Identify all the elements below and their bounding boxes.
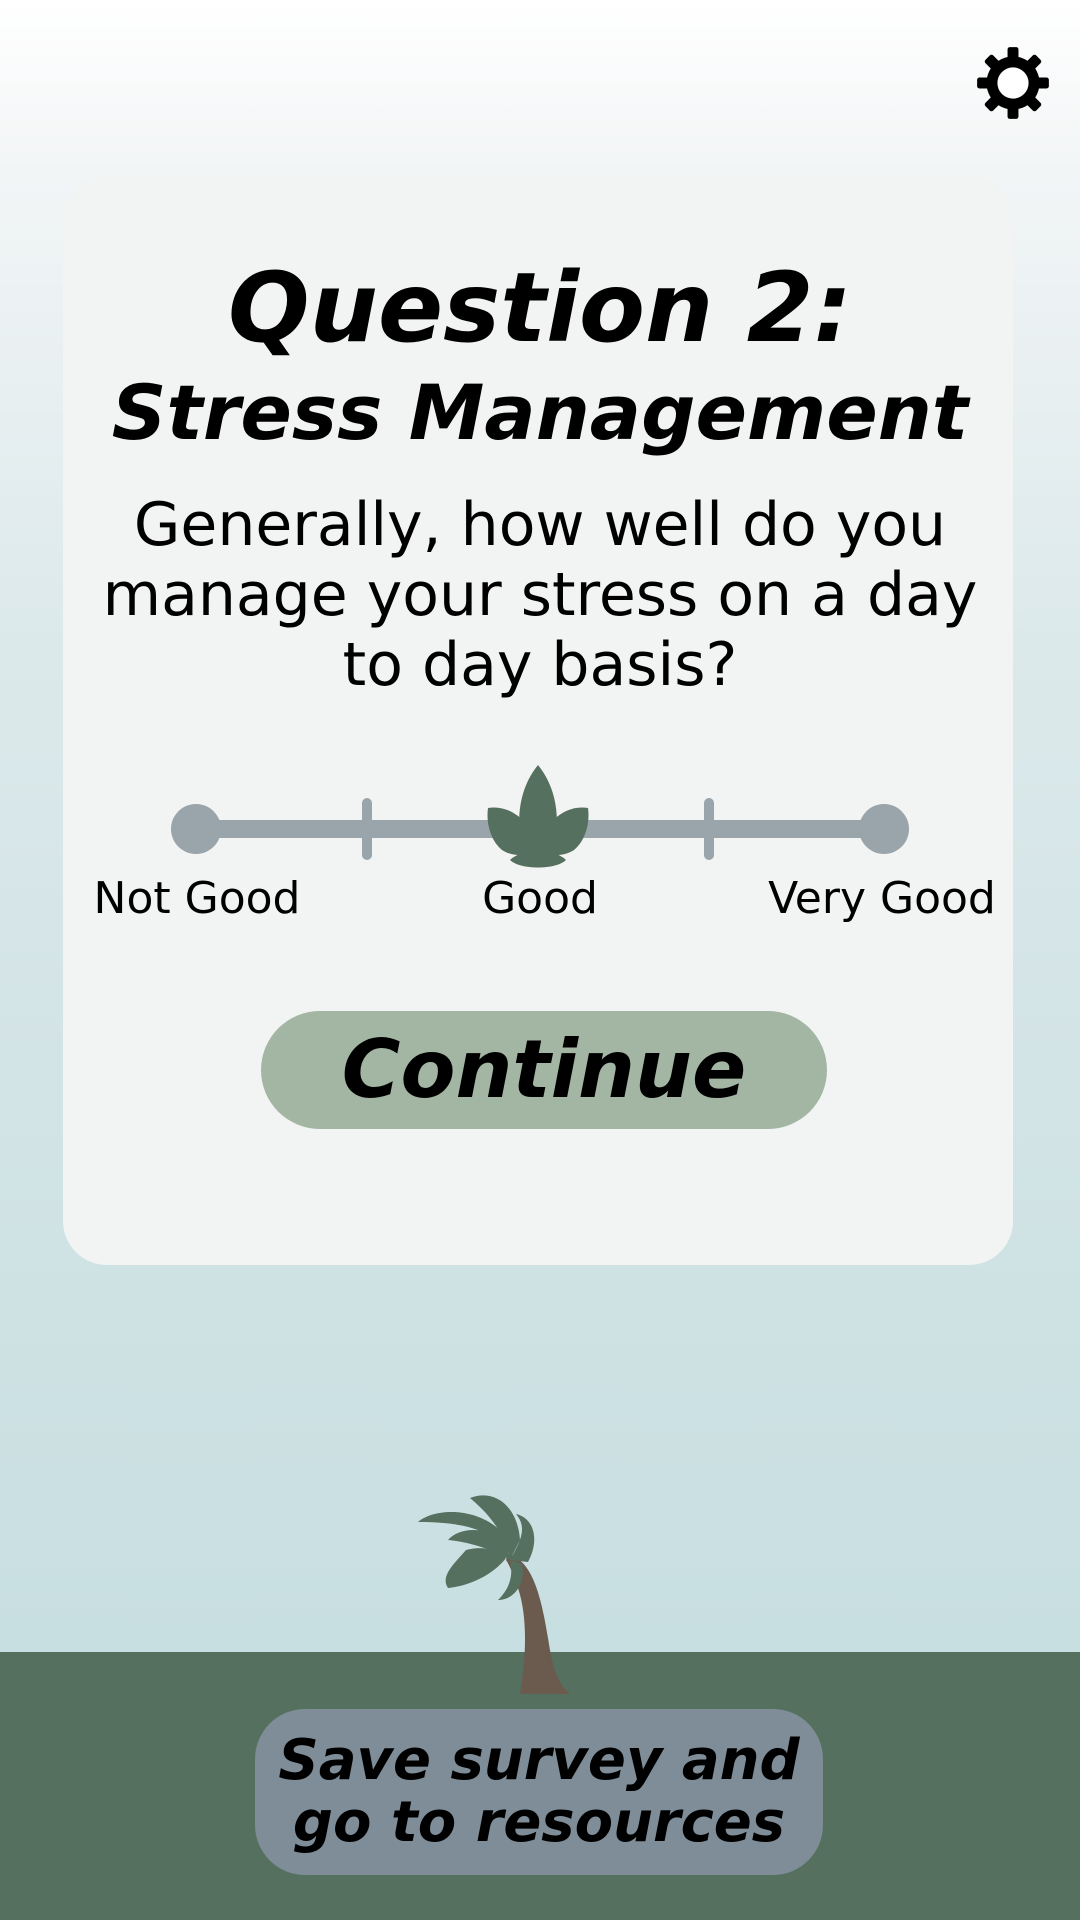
slider-tick-2[interactable] (362, 798, 372, 860)
slider-label-good: Good (482, 873, 598, 924)
question-topic-heading: Stress Management (111, 368, 969, 457)
gear-icon (977, 47, 1049, 119)
palm-tree-icon (410, 1468, 590, 1694)
question-prompt: Generally, how well do you manage your s… (102, 490, 978, 700)
slider-endpoint-high[interactable] (859, 804, 909, 854)
save-and-resources-button[interactable]: Save survey and go to resources (255, 1709, 823, 1875)
rating-slider[interactable] (170, 760, 910, 880)
slider-label-very-good: Very Good (768, 873, 996, 924)
leaf-icon[interactable] (487, 765, 589, 868)
continue-button[interactable]: Continue (261, 1011, 827, 1129)
slider-endpoint-low[interactable] (171, 804, 221, 854)
slider-label-not-good: Not Good (93, 873, 301, 924)
resources-button-label-line1: Save survey and (278, 1728, 800, 1793)
settings-button[interactable] (974, 44, 1052, 122)
slider-tick-4[interactable] (704, 798, 714, 860)
question-number-heading: Question 2: (228, 252, 852, 364)
resources-button-label-line2: go to resources (292, 1790, 786, 1855)
